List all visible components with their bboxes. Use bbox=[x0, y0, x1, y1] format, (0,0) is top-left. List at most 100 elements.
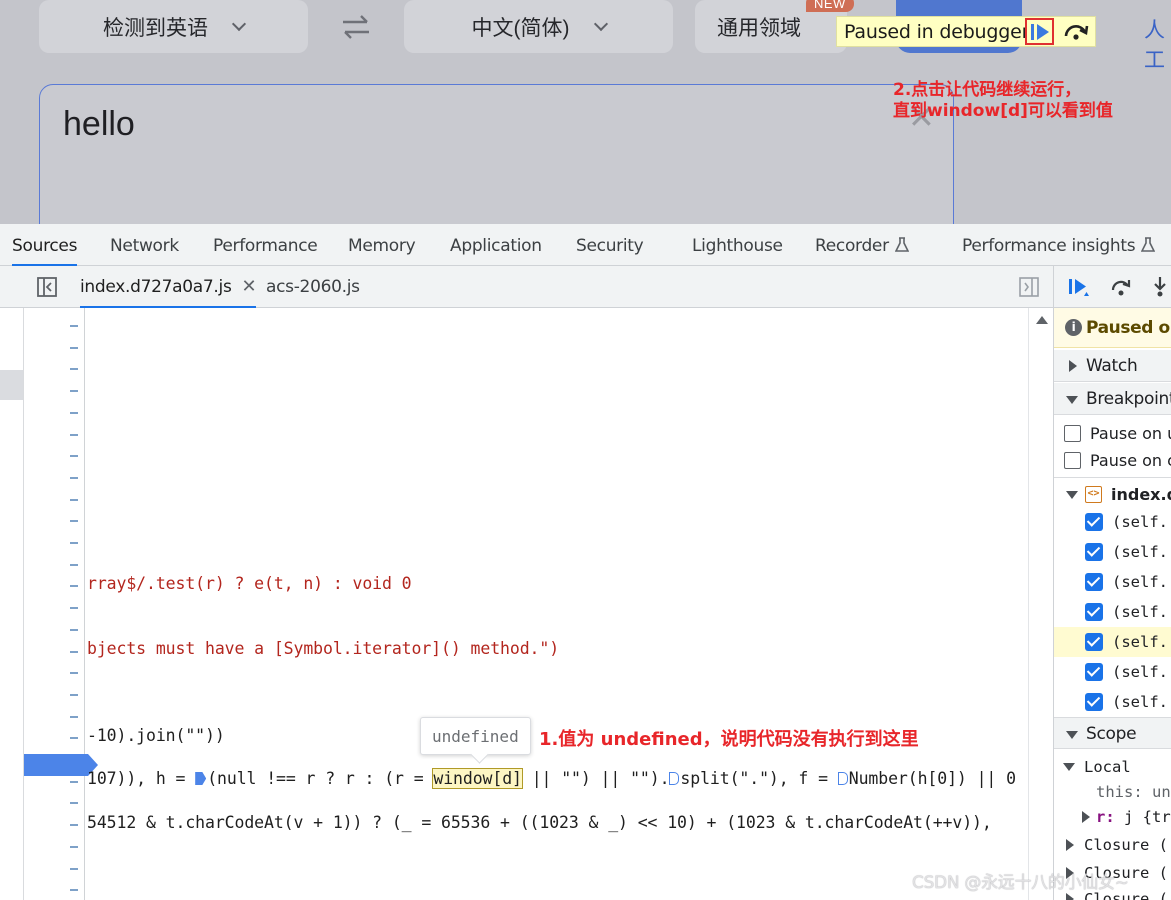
breakpoint-item-label: (self. bbox=[1112, 543, 1168, 561]
gutter-line-marker bbox=[70, 845, 78, 848]
pause-caught-option[interactable]: Pause on caught exceptions bbox=[1054, 446, 1171, 478]
breakpoint-marker[interactable] bbox=[24, 754, 98, 776]
target-language-select[interactable]: 中文(简体) bbox=[404, 0, 673, 53]
file-tab-index[interactable]: index.d727a0a7.js ✕ bbox=[80, 266, 257, 308]
breakpoint-item-label: (self. bbox=[1112, 663, 1168, 681]
expand-arrow-icon bbox=[1066, 839, 1074, 851]
code-segment: Number(h[0]) || 0 bbox=[848, 769, 1016, 788]
file-tab-acs[interactable]: acs-2060.js bbox=[266, 266, 360, 308]
checkbox-checked[interactable] bbox=[1085, 663, 1103, 681]
section-scope-label: Scope bbox=[1086, 724, 1137, 744]
scroll-up-icon[interactable] bbox=[1036, 316, 1048, 324]
section-breakpoints-label: Breakpoints bbox=[1086, 389, 1171, 409]
gutter-line-marker bbox=[70, 780, 78, 783]
breakpoint-item[interactable]: (self. bbox=[1054, 567, 1171, 597]
step-over-button[interactable] bbox=[1061, 19, 1091, 45]
breakpoint-item[interactable]: (self. bbox=[1054, 537, 1171, 567]
gutter-line-marker bbox=[70, 889, 78, 892]
toggle-navigator-icon[interactable] bbox=[36, 276, 58, 298]
file-tab-index-label: index.d727a0a7.js bbox=[80, 277, 232, 297]
checkbox-checked[interactable] bbox=[1085, 513, 1103, 531]
scope-closure[interactable]: Closure ( bbox=[1054, 830, 1171, 860]
tab-performance[interactable]: Performance bbox=[213, 224, 318, 266]
collapse-arrow-icon bbox=[1066, 731, 1078, 739]
code-editor[interactable]: rray$/.test(r) ? e(t, n) : void 0 bjects… bbox=[24, 308, 1028, 900]
gutter-line-marker bbox=[70, 563, 78, 566]
chevron-down-icon bbox=[231, 16, 247, 31]
editor-scrollbar[interactable] bbox=[1028, 308, 1053, 900]
pause-uncaught-option[interactable]: Pause on uncaught exceptions bbox=[1054, 419, 1171, 449]
gutter-line-marker bbox=[70, 607, 78, 610]
navigator-pane bbox=[0, 266, 24, 900]
tab-network[interactable]: Network bbox=[110, 224, 179, 266]
tab-recorder-label: Recorder bbox=[815, 236, 889, 256]
tab-sources[interactable]: Sources bbox=[12, 224, 77, 266]
checkbox-checked[interactable] bbox=[1085, 573, 1103, 591]
step-into-icon[interactable] bbox=[1152, 276, 1168, 298]
code-line: 54512 & t.charCodeAt(v + 1)) ? (_ = 6553… bbox=[87, 813, 992, 832]
resume-script-button[interactable] bbox=[1025, 18, 1054, 45]
code-line: -10).join("")) bbox=[87, 726, 225, 745]
code-segment: (null !== r ? r : (r = bbox=[207, 769, 434, 788]
breakpoint-item[interactable]: (self. bbox=[1054, 657, 1171, 687]
checkbox-checked[interactable] bbox=[1085, 633, 1103, 651]
section-breakpoints[interactable]: Breakpoints bbox=[1054, 383, 1171, 415]
value-tooltip: undefined bbox=[420, 717, 531, 755]
tab-security[interactable]: Security bbox=[576, 224, 644, 266]
code-line-text: 54512 & t.charCodeAt(v + 1)) ? (_ = 6553… bbox=[87, 813, 992, 832]
tab-memory[interactable]: Memory bbox=[348, 224, 416, 266]
gutter-line-marker bbox=[70, 520, 78, 523]
step-over-icon bbox=[1064, 25, 1089, 40]
tab-application[interactable]: Application bbox=[450, 224, 542, 266]
human-translation-link[interactable]: 人工 bbox=[1144, 14, 1171, 74]
code-line-text: rray$/.test(r) ? e(t, n) : void 0 bbox=[87, 574, 412, 593]
code-segment: split("."), f = bbox=[680, 769, 838, 788]
watermark: CSDN @永远十八的小仙女~ bbox=[912, 873, 1129, 893]
inline-breakpoint-icon[interactable] bbox=[195, 772, 207, 785]
hovered-expression[interactable]: window[d] bbox=[432, 768, 523, 789]
code-segment: 107)), h = bbox=[87, 769, 196, 788]
swap-languages-icon[interactable] bbox=[340, 14, 372, 40]
gutter-line-marker bbox=[70, 737, 78, 740]
toggle-debugger-icon[interactable] bbox=[1018, 276, 1040, 298]
chevron-down-icon bbox=[593, 16, 608, 31]
translator-page: 检测到英语 中文(简体) 通用领域 NEW 人工 hello ✕ Paused … bbox=[0, 0, 1171, 224]
pause-uncaught-label: Pause on uncaught exceptions bbox=[1090, 424, 1171, 443]
target-language-label: 中文(简体) bbox=[471, 16, 570, 40]
breakpoint-item-active[interactable]: (self. bbox=[1054, 627, 1171, 657]
code-segment: || "") || ""). bbox=[521, 769, 670, 788]
collapse-arrow-icon bbox=[1066, 396, 1078, 404]
inline-breakpoint-icon[interactable] bbox=[669, 772, 680, 785]
checkbox[interactable] bbox=[1064, 425, 1081, 442]
checkbox-checked[interactable] bbox=[1085, 693, 1103, 711]
checkbox[interactable] bbox=[1064, 452, 1081, 469]
gutter-line-marker bbox=[70, 390, 78, 393]
code-line: rray$/.test(r) ? e(t, n) : void 0 bbox=[87, 574, 412, 593]
step-over-icon[interactable] bbox=[1110, 278, 1132, 298]
section-scope[interactable]: Scope bbox=[1054, 717, 1171, 749]
checkbox-checked[interactable] bbox=[1085, 543, 1103, 561]
source-text-input[interactable]: hello bbox=[63, 105, 135, 144]
tab-lighthouse[interactable]: Lighthouse bbox=[692, 224, 783, 266]
section-watch[interactable]: Watch bbox=[1054, 350, 1171, 382]
inline-breakpoint-icon[interactable] bbox=[837, 772, 848, 785]
gutter-line-marker bbox=[70, 650, 78, 653]
source-language-select[interactable]: 检测到英语 bbox=[39, 0, 308, 53]
gutter-line-marker bbox=[70, 867, 78, 870]
source-text-card[interactable]: hello ✕ bbox=[39, 84, 954, 224]
navigator-selected-row[interactable] bbox=[0, 370, 23, 400]
tab-recorder[interactable]: Recorder bbox=[815, 224, 909, 266]
breakpoint-item[interactable]: (self. bbox=[1054, 597, 1171, 627]
resume-icon[interactable] bbox=[1068, 278, 1090, 298]
close-tab-icon[interactable]: ✕ bbox=[242, 276, 257, 297]
breakpoint-file-row[interactable]: <> index.d bbox=[1054, 480, 1171, 510]
breakpoint-item-label: (self. bbox=[1112, 693, 1168, 711]
breakpoint-item-label: (self. bbox=[1112, 573, 1168, 591]
breakpoint-item[interactable]: (self. bbox=[1054, 687, 1171, 717]
breakpoint-item[interactable]: (self. bbox=[1054, 507, 1171, 537]
tab-performance-insights[interactable]: Performance insights bbox=[962, 224, 1156, 266]
paused-status-bar: i Paused on bbox=[1054, 308, 1171, 348]
line-gutter[interactable] bbox=[24, 308, 85, 900]
scope-r[interactable]: r: j {tr bbox=[1054, 802, 1171, 832]
checkbox-checked[interactable] bbox=[1085, 603, 1103, 621]
